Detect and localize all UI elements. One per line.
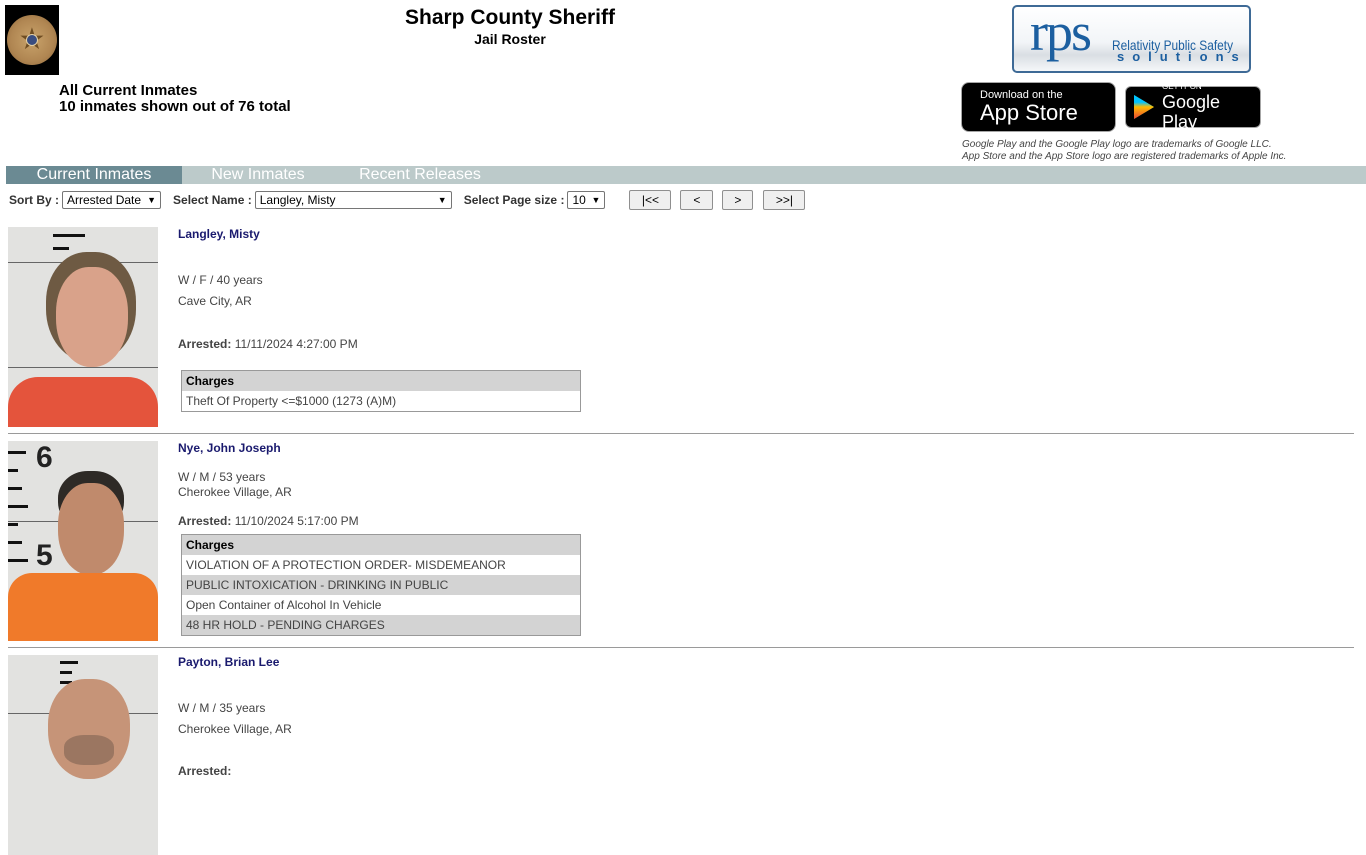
charges-header: Charges [182, 371, 580, 391]
summary-count: 10 inmates shown out of 76 total [59, 98, 291, 115]
arrested-label: Arrested: [178, 514, 232, 528]
summary-heading: All Current Inmates [59, 82, 198, 99]
app-store-button[interactable]: Download on the App Store [961, 82, 1116, 132]
trademark-google: Google Play and the Google Play logo are… [962, 139, 1272, 150]
chevron-down-icon: ▼ [591, 195, 601, 205]
inmate-arrested: Arrested: 11/10/2024 5:17:00 PM [178, 514, 359, 528]
inmate-arrested: Arrested: [178, 764, 231, 778]
inmate-photo[interactable]: 6 5 [8, 441, 158, 641]
sheriff-badge-icon: ★ [7, 15, 57, 65]
charge-row: VIOLATION OF A PROTECTION ORDER- MISDEME… [182, 555, 580, 575]
inmate-name[interactable]: Nye, John Joseph [178, 441, 281, 455]
select-name-value: Langley, Misty [259, 193, 336, 207]
inmate-name[interactable]: Payton, Brian Lee [178, 655, 279, 669]
tab-recent-releases[interactable]: Recent Releases [334, 166, 506, 184]
rps-logo-text: rps [1030, 5, 1092, 62]
trademark-apple: App Store and the App Store logo are reg… [962, 151, 1287, 162]
roster-tabs: Current Inmates New Inmates Recent Relea… [6, 166, 1366, 184]
inmate-location: Cave City, AR [178, 294, 252, 308]
charge-row: PUBLIC INTOXICATION - DRINKING IN PUBLIC [182, 575, 580, 595]
charges-header: Charges [182, 535, 580, 555]
page-size-label: Select Page size : [463, 193, 565, 207]
charges-table: Charges Theft Of Property <=$1000 (1273 … [181, 370, 581, 412]
arrested-date: 11/11/2024 4:27:00 PM [234, 337, 358, 351]
inmate-arrested: Arrested: 11/11/2024 4:27:00 PM [178, 337, 358, 351]
inmate-record: Payton, Brian Lee W / M / 35 years Chero… [8, 655, 1354, 855]
rps-vendor-logo[interactable]: rps Relativity Public Safety solutions [1012, 5, 1251, 73]
inmate-demographics: W / M / 53 years [178, 470, 266, 484]
sort-by-value: Arrested Date [67, 193, 142, 207]
inmate-demographics: W / F / 40 years [178, 273, 263, 287]
arrested-label: Arrested: [178, 764, 232, 778]
previous-page-button[interactable]: < [680, 190, 714, 210]
page-title: Sharp County Sheriff [404, 6, 615, 29]
charge-row: 48 HR HOLD - PENDING CHARGES [182, 615, 580, 635]
google-play-icon [1134, 95, 1154, 119]
arrested-label: Arrested: [178, 337, 232, 351]
page-header: Sharp County Sheriff Jail Roster [310, 5, 710, 47]
next-page-button[interactable]: > [722, 190, 754, 210]
page-size-select[interactable]: 10 ▼ [567, 191, 606, 209]
tab-new-inmates[interactable]: New Inmates [182, 166, 334, 184]
rps-logo-line2: solutions [1117, 49, 1247, 64]
inmate-demographics: W / M / 35 years [178, 701, 266, 715]
charge-row: Theft Of Property <=$1000 (1273 (A)M) [182, 391, 580, 411]
record-divider [8, 647, 1354, 648]
inmate-photo[interactable] [8, 227, 158, 427]
sheriff-logo: ★ [5, 5, 59, 75]
page-subtitle: Jail Roster [474, 31, 546, 47]
chevron-down-icon: ▼ [147, 195, 157, 205]
sort-by-label: Sort By : [9, 193, 60, 207]
chevron-down-icon: ▼ [437, 195, 447, 205]
arrested-date: 11/10/2024 5:17:00 PM [234, 514, 359, 528]
inmate-location: Cherokee Village, AR [178, 722, 292, 736]
select-name-select[interactable]: Langley, Misty ▼ [254, 191, 452, 209]
inmate-record: 6 5 Nye, John Joseph W / M / 53 years Ch… [8, 441, 1354, 646]
roster-controls: Sort By : Arrested Date ▼ Select Name : … [9, 190, 806, 210]
page-size-value: 10 [572, 193, 586, 207]
inmate-record: Langley, Misty W / F / 40 years Cave Cit… [8, 227, 1354, 432]
google-play-small-text: GET IT ON [1162, 82, 1202, 91]
roster-summary: All Current Inmates 10 inmates shown out… [59, 83, 291, 115]
last-page-button[interactable]: >>| [763, 190, 806, 210]
app-store-big-text: App Store [980, 100, 1078, 125]
inmate-photo[interactable] [8, 655, 158, 855]
charges-table: Charges VIOLATION OF A PROTECTION ORDER-… [181, 534, 581, 636]
trademark-notice: Google Play and the Google Play logo are… [962, 139, 1286, 163]
inmate-location: Cherokee Village, AR [178, 485, 292, 499]
charge-row: Open Container of Alcohol In Vehicle [182, 595, 580, 615]
sort-by-select[interactable]: Arrested Date ▼ [62, 191, 162, 209]
inmate-name[interactable]: Langley, Misty [178, 227, 260, 241]
record-divider [8, 433, 1354, 434]
select-name-label: Select Name : [173, 193, 252, 207]
tab-current-inmates[interactable]: Current Inmates [6, 166, 182, 184]
google-play-big-text: Google Play [1162, 92, 1221, 132]
first-page-button[interactable]: |<< [629, 190, 672, 210]
google-play-button[interactable]: GET IT ON Google Play [1125, 82, 1261, 132]
